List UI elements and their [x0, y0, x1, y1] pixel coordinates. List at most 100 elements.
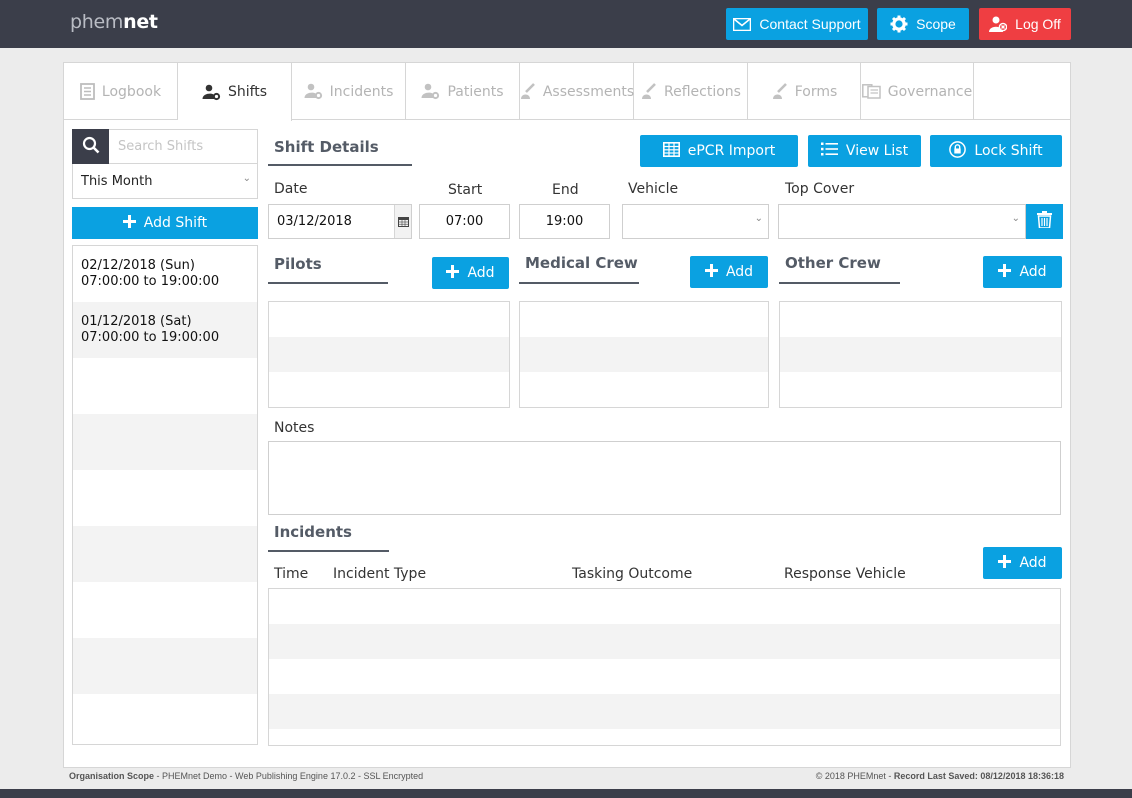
add-shift-label: Add Shift — [143, 215, 208, 231]
lock-shift-button[interactable]: Lock Shift — [930, 135, 1062, 167]
chevron-down-icon: ⌄ — [242, 173, 251, 184]
footer-scope: Organisation Scope - PHEMnet Demo - Web … — [69, 771, 423, 781]
tab-reflections-label: Reflections — [664, 83, 741, 100]
log-off-button[interactable]: Log Off — [979, 8, 1071, 40]
empty-row — [73, 470, 257, 526]
lock-icon — [949, 140, 967, 162]
scope-label: Scope — [916, 16, 956, 32]
bottom-bar — [0, 789, 1132, 798]
plus-icon — [998, 554, 1012, 572]
footer-last-saved: Record Last Saved: 08/12/2018 18:36:18 — [893, 771, 1064, 781]
empty-row — [73, 582, 257, 638]
empty-row — [269, 729, 1060, 745]
empty-row — [73, 526, 257, 582]
tab-forms[interactable]: Forms — [748, 63, 861, 120]
date-field[interactable]: 03/12/2018 — [268, 204, 412, 239]
tab-patients[interactable]: Patients — [406, 63, 520, 120]
book-icon — [80, 83, 95, 100]
scope-button[interactable]: Scope — [877, 8, 969, 40]
user-gear-icon — [421, 83, 440, 100]
clear-top-cover-button[interactable] — [1026, 204, 1063, 239]
view-list-label: View List — [845, 143, 909, 159]
search-button[interactable] — [72, 129, 109, 164]
gear-icon — [890, 15, 908, 33]
shift-details-title-text: Shift Details — [274, 138, 379, 156]
add-other-crew-button[interactable]: Add — [983, 256, 1062, 288]
search-input[interactable] — [110, 130, 256, 163]
tab-logbook-label: Logbook — [101, 83, 162, 100]
incidents-table — [268, 588, 1061, 746]
empty-row — [269, 694, 1060, 729]
plus-icon — [446, 264, 460, 282]
add-incident-label: Add — [1019, 555, 1047, 571]
tab-governance[interactable]: Governance — [861, 63, 974, 120]
column-header-response-vehicle[interactable]: Response Vehicle — [784, 566, 906, 582]
logo-bold-text: net — [123, 11, 158, 33]
medical-crew-title: Medical Crew — [519, 254, 639, 284]
empty-row — [269, 659, 1060, 694]
pilots-title: Pilots — [268, 255, 388, 284]
tab-reflections[interactable]: Reflections — [634, 63, 748, 120]
incidents-title-text: Incidents — [274, 523, 352, 541]
contact-support-button[interactable]: Contact Support — [726, 8, 868, 40]
pilots-title-text: Pilots — [274, 255, 322, 273]
pilots-list — [268, 301, 510, 408]
pen-user-icon — [519, 83, 536, 100]
start-label: Start — [448, 182, 483, 198]
shift-details-title: Shift Details — [268, 138, 412, 166]
incidents-title: Incidents — [268, 523, 389, 552]
column-header-time[interactable]: Time — [274, 566, 308, 582]
calendar-icon[interactable] — [394, 205, 411, 238]
trash-icon — [1037, 211, 1052, 232]
tab-incidents[interactable]: Incidents — [292, 63, 406, 120]
empty-row — [780, 337, 1061, 372]
tab-shifts[interactable]: Shifts — [178, 63, 292, 121]
add-incident-button[interactable]: Add — [983, 547, 1062, 579]
title-underline — [519, 282, 639, 284]
chevron-down-icon: ⌄ — [754, 213, 763, 224]
empty-row — [520, 337, 768, 372]
add-shift-button[interactable]: Add Shift — [72, 207, 258, 239]
contact-support-label: Contact Support — [759, 16, 861, 32]
user-gear-icon — [202, 84, 221, 101]
notes-textarea[interactable] — [268, 441, 1061, 515]
tab-assessments[interactable]: Assessments — [520, 63, 634, 120]
empty-row — [73, 358, 257, 414]
start-time-value: 07:00 — [445, 214, 484, 229]
top-cover-select[interactable]: ⌄ — [778, 204, 1026, 239]
epcr-import-button[interactable]: ePCR Import — [640, 135, 798, 167]
epcr-import-label: ePCR Import — [687, 143, 776, 159]
top-bar: phemnet Contact Support Scope Log Off — [0, 0, 1132, 48]
shift-date: 02/12/2018 (Sun) — [81, 258, 195, 273]
shift-list: 02/12/2018 (Sun) 07:00:00 to 19:00:00 01… — [72, 245, 258, 745]
tab-logbook[interactable]: Logbook — [64, 63, 178, 120]
title-underline — [779, 282, 900, 284]
add-medical-crew-button[interactable]: Add — [690, 256, 768, 288]
start-time-field[interactable]: 07:00 — [419, 204, 510, 239]
plus-icon — [122, 214, 136, 232]
empty-row — [73, 414, 257, 470]
period-select-value: This Month — [81, 174, 153, 189]
end-time-field[interactable]: 19:00 — [519, 204, 610, 239]
footer-record-info: © 2018 PHEMnet - Record Last Saved: 08/1… — [816, 771, 1064, 781]
log-off-label: Log Off — [1015, 16, 1061, 32]
empty-row — [269, 337, 509, 372]
empty-row — [269, 372, 509, 407]
add-pilot-button[interactable]: Add — [432, 257, 509, 289]
envelope-icon — [733, 17, 752, 31]
vehicle-label: Vehicle — [628, 181, 679, 197]
vehicle-select[interactable]: ⌄ — [622, 204, 769, 239]
user-logoff-icon — [989, 16, 1008, 32]
list-icon — [820, 142, 838, 160]
main-panel: Logbook Shifts Incidents Patients Assess… — [63, 62, 1071, 768]
empty-row — [780, 302, 1061, 337]
shift-list-item[interactable]: 01/12/2018 (Sat) 07:00:00 to 19:00:00 — [73, 302, 257, 358]
column-header-incident-type[interactable]: Incident Type — [333, 566, 426, 582]
shift-list-item[interactable]: 02/12/2018 (Sun) 07:00:00 to 19:00:00 — [73, 246, 257, 302]
plus-icon — [704, 263, 718, 281]
period-select[interactable]: This Month ⌄ — [72, 164, 258, 199]
title-underline — [268, 282, 388, 284]
logo-light-text: phem — [70, 11, 124, 33]
view-list-button[interactable]: View List — [808, 135, 921, 167]
column-header-tasking-outcome[interactable]: Tasking Outcome — [572, 566, 692, 582]
